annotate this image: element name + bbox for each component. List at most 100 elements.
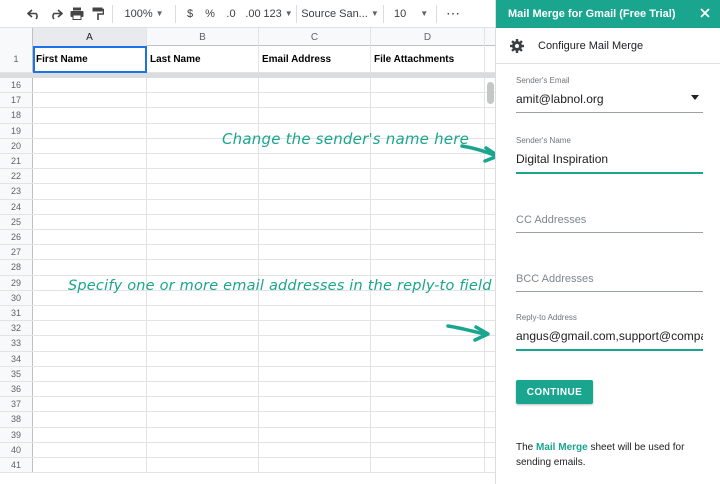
row-number[interactable]: 19	[0, 123, 33, 138]
table-cell[interactable]	[371, 108, 485, 123]
font-family-select[interactable]: Source San... ▼	[301, 0, 379, 28]
table-cell[interactable]	[147, 412, 259, 427]
redo-icon[interactable]	[46, 0, 66, 28]
cell-d1[interactable]: File Attachments	[371, 46, 485, 72]
row-number[interactable]: 34	[0, 351, 33, 366]
column-header-c[interactable]: C	[259, 28, 371, 46]
table-cell[interactable]	[259, 382, 371, 397]
table-cell[interactable]	[259, 427, 371, 442]
row-number[interactable]: 39	[0, 427, 33, 442]
table-cell[interactable]	[259, 184, 371, 199]
table-cell[interactable]	[371, 442, 485, 457]
table-cell[interactable]	[371, 427, 485, 442]
table-cell[interactable]	[33, 306, 147, 321]
table-cell[interactable]	[147, 382, 259, 397]
table-cell[interactable]	[147, 214, 259, 229]
table-cell[interactable]	[371, 214, 485, 229]
paint-format-icon[interactable]	[88, 0, 108, 28]
table-cell[interactable]	[259, 260, 371, 275]
bcc-field[interactable]: BCC Addresses	[516, 266, 703, 292]
table-cell[interactable]	[147, 78, 259, 93]
table-cell[interactable]	[259, 336, 371, 351]
cell-c1[interactable]: Email Address	[259, 46, 371, 72]
continue-button[interactable]: CONTINUE	[516, 380, 593, 404]
chevron-down-icon[interactable]	[691, 95, 699, 100]
table-cell[interactable]	[259, 412, 371, 427]
table-cell[interactable]	[33, 427, 147, 442]
table-cell[interactable]	[371, 93, 485, 108]
row-number[interactable]: 22	[0, 169, 33, 184]
table-cell[interactable]	[371, 184, 485, 199]
table-cell[interactable]	[259, 397, 371, 412]
table-cell[interactable]	[147, 199, 259, 214]
table-cell[interactable]	[259, 458, 371, 473]
table-cell[interactable]	[371, 412, 485, 427]
table-cell[interactable]	[33, 199, 147, 214]
row-number[interactable]: 41	[0, 458, 33, 473]
table-cell[interactable]	[33, 184, 147, 199]
cell-b1[interactable]: Last Name	[147, 46, 259, 72]
table-cell[interactable]	[147, 245, 259, 260]
font-size-select[interactable]: 10 ▼	[388, 0, 432, 28]
table-cell[interactable]	[147, 169, 259, 184]
increase-decimal-button[interactable]: .00	[242, 0, 264, 28]
row-number[interactable]: 30	[0, 290, 33, 305]
table-cell[interactable]	[259, 78, 371, 93]
cc-input[interactable]: CC Addresses	[516, 214, 703, 226]
table-cell[interactable]	[259, 321, 371, 336]
currency-format-button[interactable]: $	[180, 0, 200, 28]
row-number[interactable]: 23	[0, 184, 33, 199]
row-number[interactable]: 21	[0, 154, 33, 169]
row-number[interactable]: 20	[0, 138, 33, 153]
table-cell[interactable]	[33, 138, 147, 153]
table-cell[interactable]	[259, 306, 371, 321]
row-number[interactable]: 26	[0, 230, 33, 245]
select-all-corner[interactable]	[0, 28, 33, 46]
table-cell[interactable]	[147, 154, 259, 169]
table-cell[interactable]	[147, 427, 259, 442]
table-cell[interactable]	[147, 184, 259, 199]
cell-a1[interactable]: First Name	[33, 46, 147, 72]
table-cell[interactable]	[147, 108, 259, 123]
table-cell[interactable]	[371, 397, 485, 412]
table-cell[interactable]	[259, 169, 371, 184]
row-number[interactable]: 28	[0, 260, 33, 275]
close-icon[interactable]	[699, 7, 711, 19]
table-cell[interactable]	[259, 93, 371, 108]
table-cell[interactable]	[147, 458, 259, 473]
percent-format-button[interactable]: %	[200, 0, 220, 28]
print-icon[interactable]	[66, 0, 88, 28]
row-number[interactable]: 27	[0, 245, 33, 260]
number-format-select[interactable]: 123 ▼	[263, 0, 292, 28]
table-cell[interactable]	[33, 260, 147, 275]
table-cell[interactable]	[33, 245, 147, 260]
row-number[interactable]: 33	[0, 336, 33, 351]
table-cell[interactable]	[147, 306, 259, 321]
table-cell[interactable]	[33, 397, 147, 412]
table-cell[interactable]	[259, 366, 371, 381]
row-number[interactable]: 35	[0, 366, 33, 381]
table-cell[interactable]	[259, 351, 371, 366]
table-cell[interactable]	[147, 397, 259, 412]
table-cell[interactable]	[371, 366, 485, 381]
table-cell[interactable]	[33, 230, 147, 245]
table-cell[interactable]	[371, 306, 485, 321]
row-number[interactable]: 37	[0, 397, 33, 412]
row-number[interactable]: 17	[0, 93, 33, 108]
table-cell[interactable]	[33, 442, 147, 457]
vertical-scrollbar[interactable]	[487, 82, 494, 104]
row-number[interactable]: 32	[0, 321, 33, 336]
table-cell[interactable]	[33, 382, 147, 397]
table-cell[interactable]	[33, 154, 147, 169]
table-cell[interactable]	[33, 78, 147, 93]
row-number[interactable]: 31	[0, 306, 33, 321]
table-cell[interactable]	[147, 260, 259, 275]
table-cell[interactable]	[147, 366, 259, 381]
row-number[interactable]: 16	[0, 78, 33, 93]
table-cell[interactable]	[33, 336, 147, 351]
table-cell[interactable]	[33, 458, 147, 473]
table-cell[interactable]	[33, 214, 147, 229]
column-header-d[interactable]: D	[371, 28, 485, 46]
table-cell[interactable]	[33, 351, 147, 366]
table-cell[interactable]	[33, 321, 147, 336]
